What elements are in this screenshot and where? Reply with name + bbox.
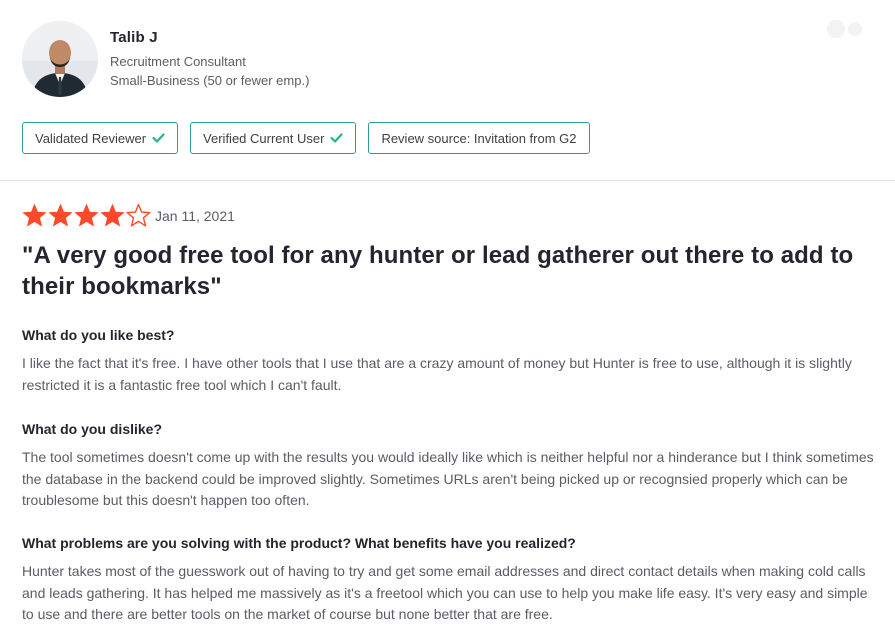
check-icon xyxy=(330,133,344,143)
reviewer-name[interactable]: Talib J xyxy=(110,29,309,46)
badge-label: Verified Current User xyxy=(203,130,325,146)
reviewer-role: Recruitment Consultant xyxy=(110,54,246,69)
check-icon xyxy=(152,133,165,143)
avatar[interactable] xyxy=(22,21,98,97)
review-section-problems-solved: What problems are you solving with the p… xyxy=(22,534,877,626)
badge-label: Review source: Invitation from G2 xyxy=(381,130,577,146)
reviewer-badges: Validated Reviewer Verified Current User… xyxy=(22,122,590,154)
star-rating xyxy=(22,203,152,228)
star-empty-icon xyxy=(126,203,151,227)
star-filled-icon xyxy=(74,204,99,227)
section-question: What problems are you solving with the p… xyxy=(22,535,576,551)
review-section-like-best: What do you like best? I like the fact t… xyxy=(22,326,877,396)
star-filled-icon xyxy=(100,204,125,227)
reviewer-header: Talib J Recruitment Consultant Small-Bus… xyxy=(22,21,309,97)
section-answer: Hunter takes most of the guesswork out o… xyxy=(22,563,868,622)
section-question: What do you dislike? xyxy=(22,421,163,437)
reviewer-company-size: Small-Business (50 or fewer emp.) xyxy=(110,73,310,88)
review-title: "A very good free tool for any hunter or… xyxy=(22,242,854,300)
faded-logo-icon xyxy=(827,20,862,38)
badge-label: Validated Reviewer xyxy=(35,130,147,146)
review-rating: Jan 11, 2021 xyxy=(22,203,235,228)
reviewer-info: Talib J Recruitment Consultant Small-Bus… xyxy=(110,29,309,97)
review-date: Jan 11, 2021 xyxy=(155,207,235,224)
review-section-dislike: What do you dislike? The tool sometimes … xyxy=(22,420,877,512)
badge-verified-current-user[interactable]: Verified Current User xyxy=(190,122,357,154)
badge-validated-reviewer[interactable]: Validated Reviewer xyxy=(22,122,179,154)
section-question: What do you like best? xyxy=(22,327,175,343)
badge-review-source[interactable]: Review source: Invitation from G2 xyxy=(368,122,590,154)
reviewer-photo xyxy=(22,21,98,97)
section-answer: The tool sometimes doesn't come up with … xyxy=(22,449,874,508)
star-filled-icon xyxy=(22,204,47,227)
star-filled-icon xyxy=(48,204,73,227)
section-answer: I like the fact that it's free. I have o… xyxy=(22,355,852,393)
section-divider xyxy=(0,180,895,181)
